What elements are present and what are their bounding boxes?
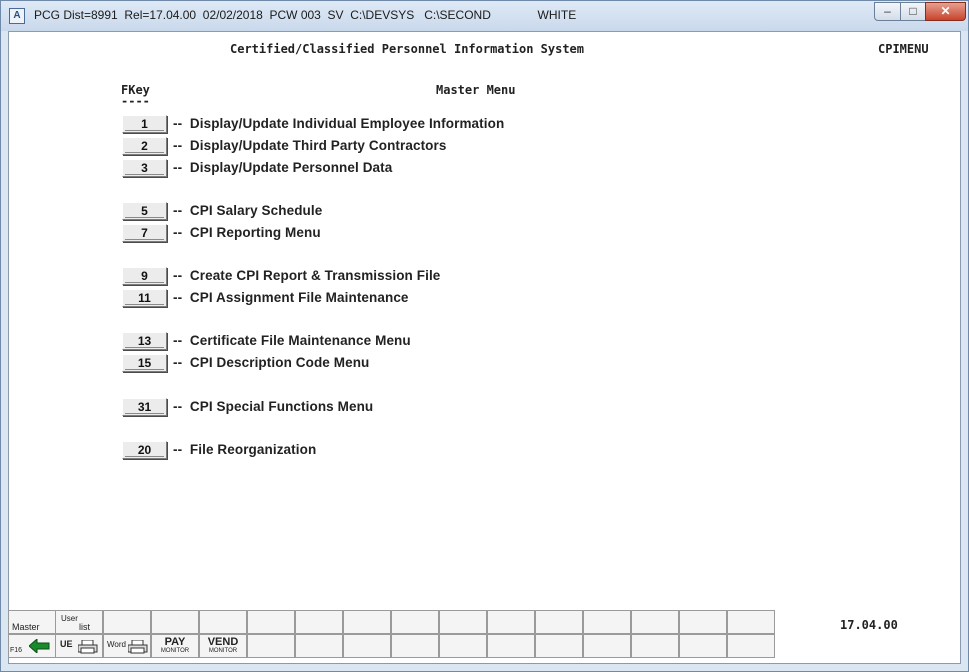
fkey-button-3[interactable]: 3	[122, 159, 167, 177]
window-title: PCG Dist=8991 Rel=17.04.00 02/02/2018 PC…	[34, 8, 577, 22]
fkey-slot[interactable]	[487, 634, 535, 658]
fkey-slot[interactable]	[583, 634, 631, 658]
fkey-button-13[interactable]: 13	[122, 332, 167, 350]
menu-item-label: -- Display/Update Personnel Data	[173, 160, 393, 175]
pay-label: PAY	[164, 636, 186, 648]
word-print-button[interactable]: Word	[103, 634, 151, 658]
fkey-slot[interactable]	[439, 634, 487, 658]
fkey-button-2[interactable]: 2	[122, 137, 167, 155]
vend-monitor-button[interactable]: VEND MONITOR	[199, 634, 247, 658]
menu-item-label: -- Display/Update Third Party Contractor…	[173, 138, 447, 153]
fkey-slot[interactable]	[679, 610, 727, 634]
fkey-slot[interactable]	[343, 634, 391, 658]
fkey-slot[interactable]	[199, 610, 247, 634]
menu-item-label: -- Certificate File Maintenance Menu	[173, 333, 411, 348]
menu-item-label: -- Create CPI Report & Transmission File	[173, 268, 441, 283]
title-bar[interactable]: A PCG Dist=8991 Rel=17.04.00 02/02/2018 …	[1, 1, 968, 31]
pay-monitor-button[interactable]: PAY MONITOR	[151, 634, 199, 658]
fkey-button-1[interactable]: 1	[122, 115, 167, 133]
fkey-slot[interactable]	[391, 610, 439, 634]
menu-item-label: -- CPI Description Code Menu	[173, 355, 370, 370]
master-label: Master	[12, 622, 40, 632]
menu-item-label: -- CPI Assignment File Maintenance	[173, 290, 409, 305]
fkey-slot[interactable]	[679, 634, 727, 658]
back-button[interactable]: F16	[8, 634, 56, 658]
fkey-slot[interactable]	[631, 610, 679, 634]
fkey-button-11[interactable]: 11	[122, 289, 167, 307]
ue-label: UE	[60, 639, 73, 649]
fkey-slot[interactable]	[295, 634, 343, 658]
fkey-button-7[interactable]: 7	[122, 224, 167, 242]
function-key-bar: Master User list F16 UE Word PAY MONITOR…	[8, 610, 785, 663]
menu-code: CPIMENU	[878, 42, 929, 56]
fkey-slot[interactable]	[391, 634, 439, 658]
minimize-button[interactable]: –	[874, 2, 901, 21]
user-list-button[interactable]: User list	[55, 610, 103, 634]
word-label: Word	[107, 640, 126, 649]
fkey-slot[interactable]	[487, 610, 535, 634]
menu-item-label: -- File Reorganization	[173, 442, 317, 457]
close-button[interactable]: ✕	[925, 2, 966, 21]
app-icon[interactable]: A	[9, 8, 25, 24]
terminal-screen: Certified/Classified Personnel Informati…	[8, 31, 961, 664]
fkey-underline: ----	[121, 94, 150, 108]
fkey-slot[interactable]	[103, 610, 151, 634]
fkey-slot[interactable]	[727, 634, 775, 658]
menu-item-label: -- CPI Special Functions Menu	[173, 399, 374, 414]
application-window: A PCG Dist=8991 Rel=17.04.00 02/02/2018 …	[0, 0, 969, 672]
user-list-label: User	[61, 614, 78, 623]
fkey-slot[interactable]	[343, 610, 391, 634]
left-edge	[1, 31, 8, 671]
pay-monitor-sub-label: MONITOR	[160, 648, 190, 654]
maximize-button[interactable]: □	[900, 2, 926, 21]
fkey-button-15[interactable]: 15	[122, 354, 167, 372]
fkey-slot[interactable]	[631, 634, 679, 658]
user-list-sub-label: list	[79, 622, 90, 632]
menu-title: Master Menu	[436, 83, 516, 97]
fkey-slot[interactable]	[247, 610, 295, 634]
menu-item-label: -- CPI Reporting Menu	[173, 225, 321, 240]
version-number: 17.04.00	[840, 618, 898, 632]
f16-label: F16	[10, 647, 23, 654]
printer-icon	[128, 640, 148, 654]
menu-item-label: -- Display/Update Individual Employee In…	[173, 116, 505, 131]
fkey-slot[interactable]	[535, 610, 583, 634]
fkey-slot[interactable]	[439, 610, 487, 634]
fkey-button-9[interactable]: 9	[122, 267, 167, 285]
fkey-button-5[interactable]: 5	[122, 202, 167, 220]
vend-label: VEND	[207, 636, 239, 648]
fkey-slot[interactable]	[247, 634, 295, 658]
fkey-slot[interactable]	[583, 610, 631, 634]
fkey-button-20[interactable]: 20	[122, 441, 167, 459]
master-button[interactable]: Master	[8, 610, 56, 634]
system-title: Certified/Classified Personnel Informati…	[230, 42, 585, 56]
ue-print-button[interactable]: UE	[55, 634, 103, 658]
fkey-slot[interactable]	[535, 634, 583, 658]
fkey-slot[interactable]	[295, 610, 343, 634]
back-arrow-icon	[29, 639, 50, 653]
vend-monitor-sub-label: MONITOR	[208, 648, 238, 654]
fkey-slot[interactable]	[727, 610, 775, 634]
menu-item-label: -- CPI Salary Schedule	[173, 203, 323, 218]
fkey-slot[interactable]	[151, 610, 199, 634]
printer-icon	[78, 640, 98, 654]
fkey-button-31[interactable]: 31	[122, 398, 167, 416]
